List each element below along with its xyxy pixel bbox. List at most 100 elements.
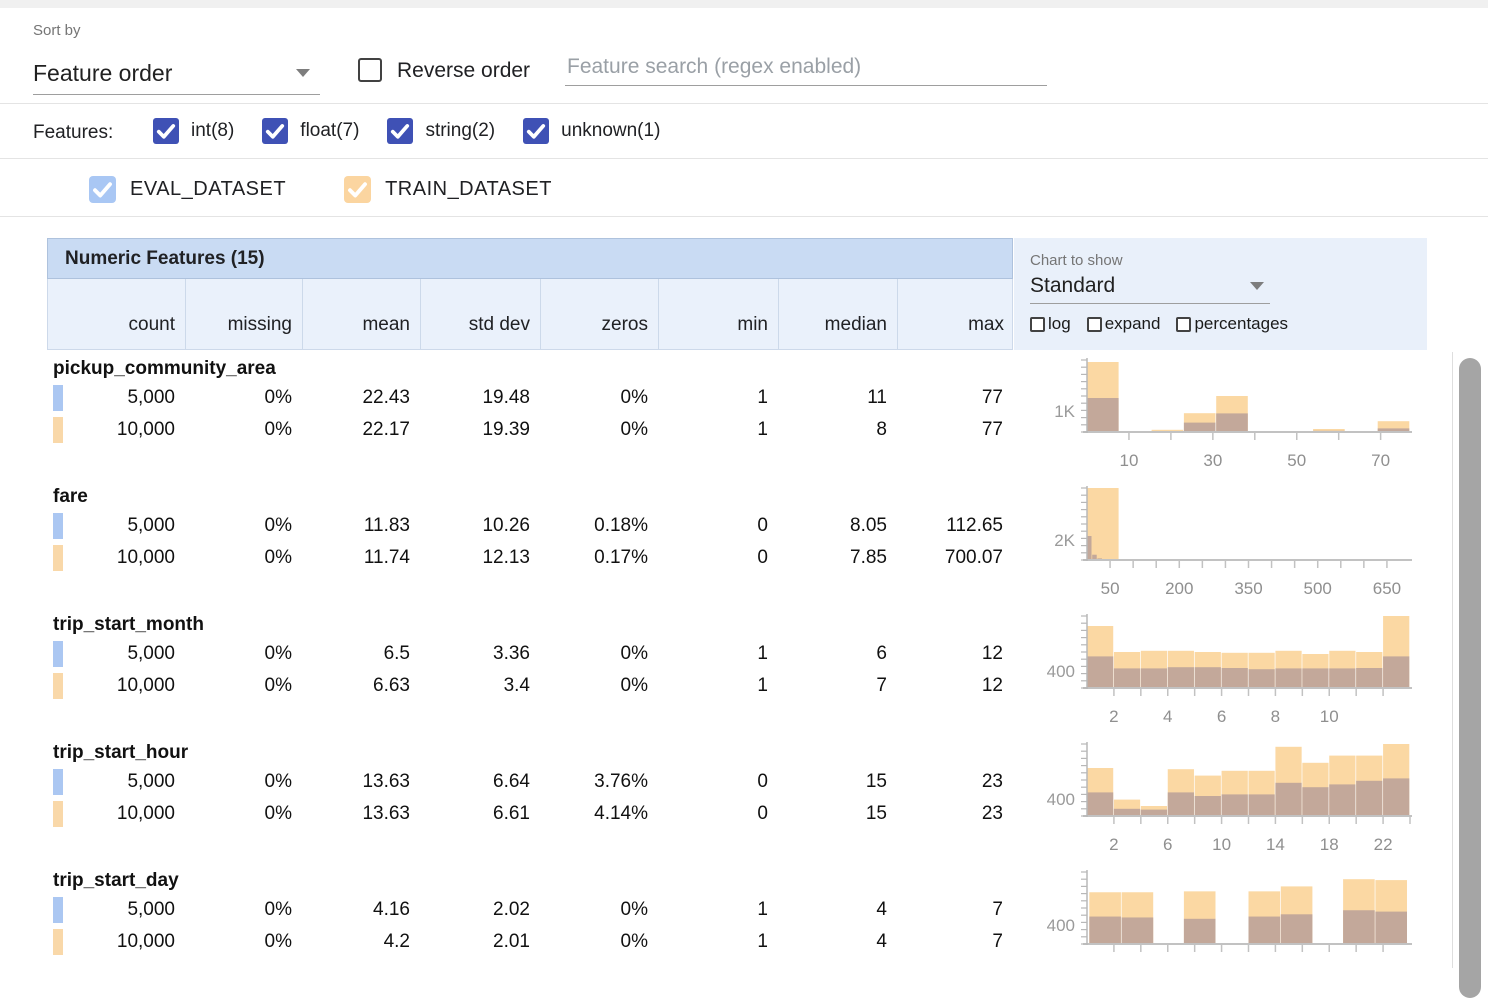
stat-value: 12: [897, 670, 1013, 702]
stat-value: 5,000: [47, 894, 185, 926]
chart-toggle-log[interactable]: log: [1030, 314, 1071, 334]
stat-value: 4.16: [302, 894, 420, 926]
stat-value: 10,000: [47, 926, 185, 958]
x-axis-tick-label: 70: [1371, 451, 1390, 470]
stat-value: 13.63: [302, 766, 420, 798]
feature-type-filter-int[interactable]: int(8): [153, 118, 234, 144]
feature-type-label: float(7): [300, 120, 359, 142]
stat-value: 0%: [540, 926, 658, 958]
divider: [0, 216, 1488, 217]
chart-toggle-expand[interactable]: expand: [1087, 314, 1161, 334]
stat-value: 0%: [185, 798, 302, 830]
stat-value: 1: [658, 894, 778, 926]
divider: [0, 103, 1488, 104]
feature-type-filter-string[interactable]: string(2): [387, 118, 495, 144]
x-axis-tick-label: 350: [1234, 579, 1262, 598]
stat-value: 4.14%: [540, 798, 658, 830]
chart-type-dropdown[interactable]: Standard: [1030, 269, 1270, 304]
vertical-scrollbar[interactable]: [1459, 358, 1481, 998]
checkbox-checked-icon[interactable]: [523, 118, 549, 144]
chart-toggle-percentages[interactable]: percentages: [1176, 314, 1288, 334]
stat-value: 6.64: [420, 766, 540, 798]
dataset-toggle-eval_dataset[interactable]: EVAL_DATASET: [89, 176, 286, 203]
x-axis-tick-label: 18: [1320, 835, 1339, 854]
chart-toggle-label: percentages: [1194, 314, 1288, 334]
checkbox-unchecked-icon[interactable]: [1030, 317, 1045, 332]
stats-row-eval_dataset: 5,0000%22.4319.480%11177: [47, 382, 1013, 414]
chart-toggle-label: expand: [1105, 314, 1161, 334]
feature-search-input[interactable]: [565, 55, 1047, 86]
feature-name: fare: [53, 486, 88, 508]
dataset-checkbox-icon[interactable]: [344, 176, 371, 203]
dataset-toggle-train_dataset[interactable]: TRAIN_DATASET: [344, 176, 552, 203]
stats-row-eval_dataset: 5,0000%13.636.643.76%01523: [47, 766, 1013, 798]
reverse-order-checkbox[interactable]: [358, 58, 382, 82]
stat-value: 0%: [185, 382, 302, 414]
dataset-label: EVAL_DATASET: [130, 178, 286, 201]
x-axis-tick-label: 500: [1304, 579, 1332, 598]
stats-row-eval_dataset: 5,0000%11.8310.260.18%08.05112.65: [47, 510, 1013, 542]
x-axis-tick-label: 10: [1119, 451, 1138, 470]
stat-value: 22.17: [302, 414, 420, 446]
stat-value: 3.36: [420, 638, 540, 670]
stat-value: 0%: [540, 414, 658, 446]
checkbox-unchecked-icon[interactable]: [1087, 317, 1102, 332]
stat-value: 12.13: [420, 542, 540, 574]
column-header-zeros: zeros: [541, 279, 659, 349]
stat-value: 1: [658, 382, 778, 414]
feature-name: trip_start_month: [53, 614, 204, 636]
histogram-fare: 2K50200350500650: [1025, 480, 1445, 606]
stats-row-train_dataset: 10,0000%22.1719.390%1877: [47, 414, 1013, 446]
dataset-label: TRAIN_DATASET: [385, 178, 552, 201]
stat-value: 7: [897, 926, 1013, 958]
stat-value: 19.39: [420, 414, 540, 446]
x-axis-tick-label: 30: [1203, 451, 1222, 470]
x-axis-tick-label: 10: [1212, 835, 1231, 854]
histogram-trip_start_month: 400246810: [1025, 608, 1445, 734]
feature-type-filter-float[interactable]: float(7): [262, 118, 359, 144]
stat-value: 11: [778, 382, 897, 414]
stat-value: 1: [658, 638, 778, 670]
feature-type-filter-unknown[interactable]: unknown(1): [523, 118, 660, 144]
feature-name: trip_start_hour: [53, 742, 188, 764]
stat-value: 0%: [185, 926, 302, 958]
x-axis-tick-label: 6: [1217, 707, 1226, 726]
stat-value: 1: [658, 926, 778, 958]
column-header-median: median: [779, 279, 898, 349]
y-axis-ref-label: 400: [1047, 916, 1075, 935]
stat-value: 77: [897, 382, 1013, 414]
stat-value: 13.63: [302, 798, 420, 830]
x-axis-tick-label: 650: [1373, 579, 1401, 598]
y-axis-ref-label: 1K: [1054, 402, 1075, 421]
stat-value: 5,000: [47, 766, 185, 798]
y-axis-ref-label: 400: [1047, 662, 1075, 681]
column-header-mean: mean: [303, 279, 421, 349]
stat-value: 0%: [185, 766, 302, 798]
stat-value: 0%: [185, 542, 302, 574]
stat-value: 0%: [540, 382, 658, 414]
checkbox-checked-icon[interactable]: [387, 118, 413, 144]
stat-value: 1: [658, 670, 778, 702]
chevron-down-icon: [296, 69, 310, 77]
stat-value: 15: [778, 798, 897, 830]
feature-type-label: unknown(1): [561, 120, 660, 142]
stats-row-eval_dataset: 5,0000%4.162.020%147: [47, 894, 1013, 926]
x-axis-tick-label: 50: [1287, 451, 1306, 470]
checkbox-checked-icon[interactable]: [153, 118, 179, 144]
checkbox-checked-icon[interactable]: [262, 118, 288, 144]
stat-value: 1: [658, 414, 778, 446]
stat-value: 0%: [540, 638, 658, 670]
stat-value: 23: [897, 798, 1013, 830]
feature-type-label: int(8): [191, 120, 234, 142]
checkbox-unchecked-icon[interactable]: [1176, 317, 1191, 332]
dataset-checkbox-icon[interactable]: [89, 176, 116, 203]
stats-row-eval_dataset: 5,0000%6.53.360%1612: [47, 638, 1013, 670]
feature-type-label: string(2): [425, 120, 495, 142]
stat-value: 8: [778, 414, 897, 446]
sort-by-dropdown[interactable]: Feature order: [33, 52, 320, 95]
stat-value: 6.61: [420, 798, 540, 830]
stats-row-train_dataset: 10,0000%13.636.614.14%01523: [47, 798, 1013, 830]
stat-value: 10,000: [47, 670, 185, 702]
stat-value: 0%: [185, 670, 302, 702]
x-axis-tick-label: 50: [1101, 579, 1120, 598]
